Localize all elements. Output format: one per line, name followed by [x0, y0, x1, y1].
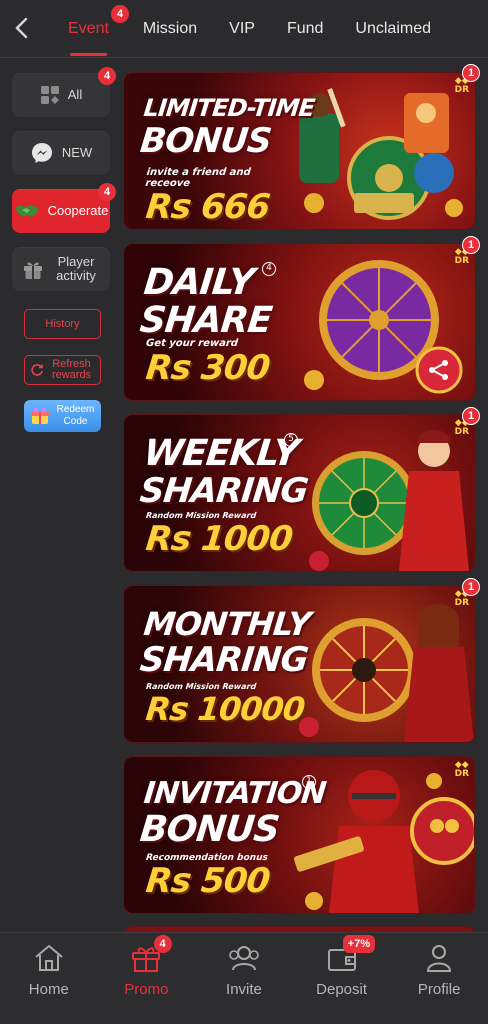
tab-mission[interactable]: Mission	[131, 0, 209, 58]
wheel-woman-illustration	[309, 430, 469, 571]
sidebar-item-new[interactable]: NEW	[12, 131, 110, 175]
history-label: History	[45, 317, 80, 330]
bottom-navigation: Home Promo 4 Invite Deposit +7% Profile	[0, 932, 488, 1024]
banner-subtitle: invite a friend and receove	[144, 167, 252, 189]
category-sidebar: All 4 NEW Cooperate 4 Player activity Hi…	[0, 58, 122, 932]
banner-amount: Rs 1000	[143, 519, 294, 559]
nav-invite[interactable]: Invite	[195, 933, 293, 1024]
banner-title-line2: SHARE	[137, 300, 274, 341]
banner-title-line2: BONUS	[138, 121, 273, 161]
sidebar-item-label: NEW	[61, 145, 93, 160]
sidebar-item-all[interactable]: All 4	[12, 67, 116, 117]
top-bar: Event 4 Mission VIP Fund Unclaimed	[0, 0, 488, 58]
redeem-code-label: Redeem Code	[56, 404, 95, 427]
banner-title: INVITATION BONUS	[138, 776, 328, 850]
banner-title-line1: INVITATION	[142, 776, 328, 811]
banner-badge: 1	[462, 64, 480, 82]
banner-number: 1	[302, 775, 316, 789]
nav-badge: 4	[153, 935, 172, 953]
sidebar-item-player-activity[interactable]: Player activity	[12, 247, 110, 291]
brand-logo: ◆◆ DR	[454, 760, 469, 779]
promo-banner-daily-share[interactable]: DAILY SHARE 4 Get your reward Rs 300 ◆◆ DR	[123, 243, 476, 401]
tab-fund[interactable]: Fund	[275, 0, 335, 58]
golden-wheel-illustration	[299, 603, 474, 742]
messenger-icon	[31, 143, 52, 163]
prize-wheel-illustration	[304, 260, 463, 394]
banner-title-line1: DAILY	[141, 262, 256, 303]
banner-title: LIMITED-TIME BONUS	[138, 93, 316, 161]
refresh-rewards-button[interactable]: Refresh rewards	[24, 355, 101, 385]
refresh-icon	[30, 364, 43, 376]
tab-label: VIP	[229, 20, 255, 37]
nav-label: Home	[28, 981, 69, 998]
banner-badge: 1	[462, 236, 480, 254]
refresh-rewards-label: Refresh rewards	[51, 358, 92, 381]
nav-label: Promo	[124, 981, 169, 998]
back-arrow-icon[interactable]	[12, 16, 32, 40]
home-icon	[35, 945, 63, 971]
nav-promo[interactable]: Promo 4	[98, 933, 196, 1024]
promo-banner-invitation-bonus[interactable]: INVITATION BONUS 1 Recommendation bonus R…	[123, 756, 476, 914]
banner-number: 5	[284, 433, 298, 447]
history-button[interactable]: History	[24, 309, 101, 339]
gift-icon	[24, 262, 42, 279]
tab-label: Fund	[286, 20, 324, 37]
tab-badge: 4	[111, 5, 129, 23]
person-icon	[427, 945, 452, 972]
sidebar-badge: 4	[98, 183, 116, 201]
promo-banner-limited-time-bonus[interactable]: LIMITED-TIME BONUS invite a friend and re…	[123, 72, 476, 230]
banner-badge: 1	[462, 407, 480, 425]
grid-icon	[40, 86, 59, 104]
banner-title-line2: BONUS	[138, 809, 281, 850]
banner-title-line2: SHARING	[137, 471, 310, 511]
banner-title: MONTHLY SHARING	[138, 605, 313, 680]
sidebar-item-label: Cooperate	[47, 203, 109, 218]
tab-label: Mission	[142, 20, 198, 37]
cricket-casino-illustration	[299, 88, 463, 220]
banner-amount: Rs 300	[143, 348, 272, 388]
sidebar-item-label: Player activity	[56, 254, 96, 283]
banner-amount: Rs 10000	[144, 690, 307, 728]
banner-number: 4	[262, 262, 276, 276]
banner-badge: 1	[462, 578, 480, 596]
nav-badge: +7%	[342, 935, 376, 953]
banner-title-line1: LIMITED-TIME	[142, 94, 316, 122]
sidebar-badge: 4	[98, 67, 116, 85]
banner-title: DAILY SHARE	[137, 262, 277, 341]
tab-unclaimed[interactable]: Unclaimed	[343, 0, 443, 58]
nav-label: Deposit	[316, 981, 367, 998]
gift-box-icon	[30, 407, 49, 424]
promo-banner-monthly-sharing[interactable]: MONTHLY SHARING Random Mission Reward Rs …	[123, 585, 476, 743]
tab-bar: Event 4 Mission VIP Fund Unclaimed	[56, 0, 488, 58]
sidebar-item-cooperate[interactable]: Cooperate 4	[12, 183, 116, 233]
sidebar-item-label: All	[67, 87, 83, 102]
nav-home[interactable]: Home	[0, 933, 98, 1024]
nav-label: Invite	[226, 981, 262, 998]
banner-title-line2: SHARING	[138, 640, 310, 680]
redeem-code-button[interactable]: Redeem Code	[24, 400, 101, 432]
banner-amount: Rs 500	[143, 861, 272, 901]
promo-banner-weekly-sharing[interactable]: WEEKLY SHARING 5 Random Mission Reward Rs…	[123, 414, 476, 572]
people-icon	[229, 946, 259, 971]
banner-amount: Rs 666	[143, 187, 272, 227]
nav-label: Profile	[417, 981, 461, 998]
tab-label: Unclaimed	[355, 20, 432, 37]
tab-vip[interactable]: VIP	[217, 0, 267, 58]
nav-deposit[interactable]: Deposit +7%	[293, 933, 391, 1024]
tab-label: Event	[68, 20, 109, 37]
tab-event[interactable]: Event 4	[56, 0, 129, 58]
handshake-icon	[14, 205, 39, 217]
nav-profile[interactable]: Profile	[390, 933, 488, 1024]
banner-title-line1: MONTHLY	[141, 605, 312, 643]
